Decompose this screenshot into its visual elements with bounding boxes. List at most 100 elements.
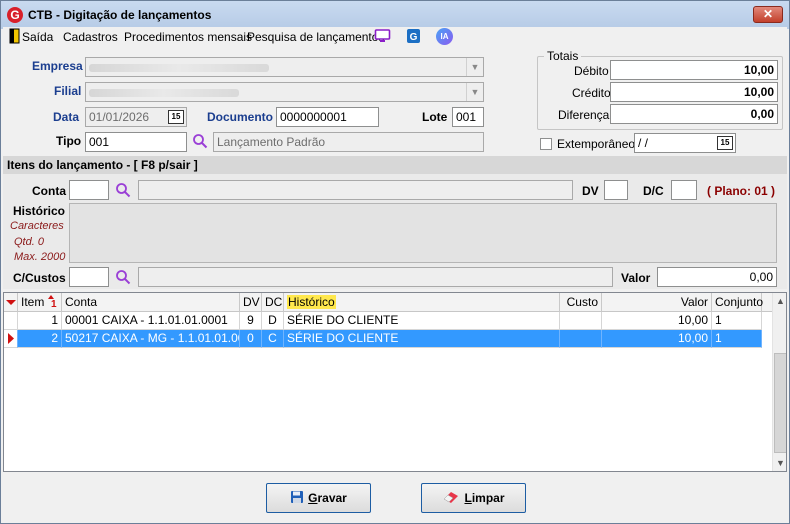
current-row-arrow-icon: [8, 333, 14, 344]
historico-textarea[interactable]: [69, 203, 777, 263]
cell-valor: 10,00: [602, 312, 712, 330]
search-icon[interactable]: [115, 269, 131, 285]
empresa-label: Empresa: [32, 59, 83, 73]
historico-header-highlight: Histórico: [287, 295, 336, 309]
tipo-field[interactable]: 001: [85, 132, 187, 152]
app-g-icon[interactable]: G: [405, 28, 422, 44]
ia-assistant-icon[interactable]: IA: [436, 28, 453, 45]
cell-dc: C: [262, 330, 284, 348]
menu-bar: Saída Cadastros Procedimentos mensais Pe…: [3, 27, 787, 47]
scroll-thumb[interactable]: [774, 353, 786, 453]
qtd-label: Qtd. 0: [14, 236, 44, 248]
dc-label: D/C: [643, 184, 664, 198]
data-label: Data: [53, 110, 80, 124]
column-header-dv[interactable]: DV: [240, 293, 262, 312]
menu-procedimentos-mensais[interactable]: Procedimentos mensais: [124, 30, 252, 44]
extemporaneo-label: Extemporâneo: [557, 137, 636, 151]
calendar-icon[interactable]: 15: [717, 136, 733, 150]
conta-description: [138, 180, 573, 200]
limpar-button[interactable]: Limpar: [421, 483, 526, 513]
cell-dv: 9: [240, 312, 262, 330]
valor-field[interactable]: 0,00: [657, 267, 777, 287]
grid-indicator-header: [4, 293, 18, 312]
cell-conta: 50217 CAIXA - MG - 1.1.01.01.0002: [62, 330, 240, 348]
monitor-icon[interactable]: [374, 28, 391, 44]
dv-label: DV: [582, 184, 599, 198]
credito-value: 10,00: [610, 82, 778, 102]
scroll-down-icon[interactable]: ▼: [773, 455, 786, 471]
column-header-historico[interactable]: Histórico: [284, 293, 560, 312]
close-button[interactable]: ✕: [753, 6, 783, 23]
eraser-icon: [444, 492, 459, 503]
filial-label: Filial: [54, 84, 82, 98]
cell-item: 1: [18, 312, 62, 330]
lote-field[interactable]: 001: [452, 107, 484, 127]
tipo-label: Tipo: [56, 134, 82, 148]
menu-cadastros[interactable]: Cadastros: [63, 30, 118, 44]
lote-label: Lote: [422, 110, 448, 124]
chevron-down-icon[interactable]: ▼: [466, 83, 483, 101]
svg-text:1: 1: [51, 299, 57, 309]
cell-conta: 00001 CAIXA - 1.1.01.01.0001: [62, 312, 240, 330]
menu-saida[interactable]: Saída: [22, 30, 53, 44]
conta-field[interactable]: [69, 180, 109, 200]
menu-pesquisa-lancamentos[interactable]: Pesquisa de lançamentos: [247, 30, 384, 44]
caracteres-label: Caracteres: [10, 220, 64, 232]
diferenca-label: Diferença: [558, 108, 610, 122]
scroll-up-icon[interactable]: ▲: [773, 293, 786, 309]
window-title: CTB - Digitação de lançamentos: [28, 8, 212, 22]
title-bar: G CTB - Digitação de lançamentos ✕: [1, 1, 789, 29]
search-icon[interactable]: [192, 133, 208, 149]
column-header-valor[interactable]: Valor: [602, 293, 712, 312]
cell-valor: 10,00: [602, 330, 712, 348]
debito-value: 10,00: [610, 60, 778, 80]
main-window: G CTB - Digitação de lançamentos ✕ Saída…: [0, 0, 790, 524]
ccustos-description: [138, 267, 613, 287]
app-logo-icon: G: [7, 7, 23, 23]
dv-field[interactable]: [604, 180, 628, 200]
cell-historico: SÉRIE DO CLIENTE: [284, 312, 560, 330]
gravar-button[interactable]: Gravar: [266, 483, 371, 513]
cell-conjunto: 1: [712, 330, 762, 348]
calendar-icon[interactable]: 15: [168, 110, 184, 124]
triangle-down-icon: [6, 300, 16, 305]
column-header-conta[interactable]: Conta: [62, 293, 240, 312]
row-indicator: [4, 330, 18, 348]
column-header-custo[interactable]: Custo: [560, 293, 602, 312]
documento-field[interactable]: 0000000001: [276, 107, 379, 127]
column-header-item[interactable]: Item 1: [18, 293, 62, 312]
lancamentos-grid: Item 1 Conta DV DC Histórico Custo Valor…: [3, 292, 787, 472]
valor-label: Valor: [621, 271, 651, 285]
extemporaneo-checkbox[interactable]: [540, 138, 552, 150]
search-icon[interactable]: [115, 182, 131, 198]
cell-dc: D: [262, 312, 284, 330]
cell-historico: SÉRIE DO CLIENTE: [284, 330, 560, 348]
credito-label: Crédito: [572, 86, 611, 100]
filial-select[interactable]: ▼: [85, 82, 484, 102]
grid-scrollbar[interactable]: ▲ ▼: [772, 293, 786, 471]
limpar-mnemonic: L: [464, 491, 472, 505]
historico-label: Histórico: [13, 204, 66, 218]
chevron-down-icon[interactable]: ▼: [466, 58, 483, 76]
column-header-dc[interactable]: DC: [262, 293, 284, 312]
tipo-description: Lançamento Padrão: [213, 132, 484, 152]
totais-title: Totais: [544, 49, 582, 63]
cell-custo: [560, 330, 602, 348]
cell-custo: [560, 312, 602, 330]
ccustos-label: C/Custos: [13, 271, 66, 285]
floppy-disk-icon: [291, 491, 304, 503]
itens-section-header: Itens do lançamento - [ F8 p/sair ]: [3, 156, 787, 174]
debito-label: Débito: [574, 64, 609, 78]
cell-dv: 0: [240, 330, 262, 348]
grid-header: Item 1 Conta DV DC Histórico Custo Valor…: [4, 293, 774, 312]
plano-label: ( Plano: 01 ): [707, 184, 776, 198]
empresa-select[interactable]: ▼: [85, 57, 484, 77]
table-row[interactable]: 1 00001 CAIXA - 1.1.01.01.0001 9 D SÉRIE…: [4, 312, 774, 330]
row-indicator: [4, 312, 18, 330]
ccustos-field[interactable]: [69, 267, 109, 287]
table-row-selected[interactable]: 2 50217 CAIXA - MG - 1.1.01.01.0002 0 C …: [4, 330, 774, 348]
dc-field[interactable]: [671, 180, 697, 200]
diferenca-value: 0,00: [610, 104, 778, 124]
column-header-conjunto[interactable]: Conjunto: [712, 293, 763, 312]
conta-label: Conta: [32, 184, 66, 198]
